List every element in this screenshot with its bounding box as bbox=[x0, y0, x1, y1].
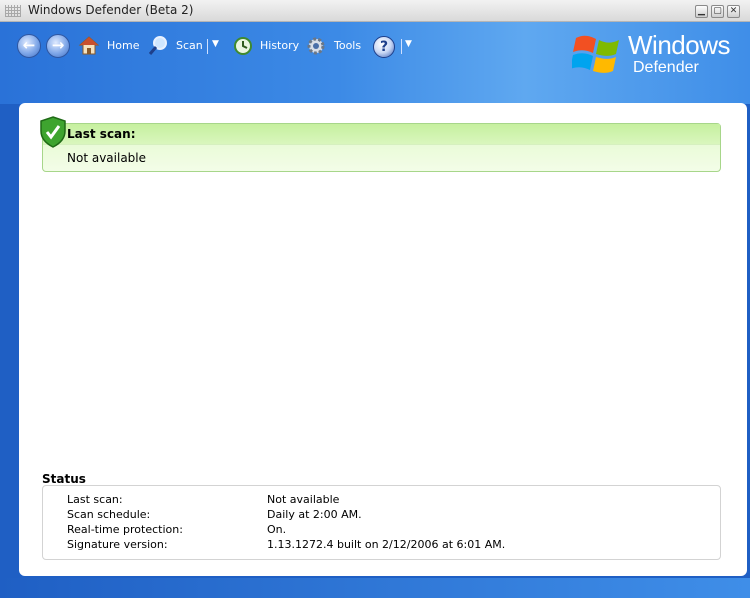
status-label-last-scan: Last scan: bbox=[67, 493, 123, 506]
back-arrow-icon: ← bbox=[22, 36, 36, 54]
forward-arrow-icon: → bbox=[51, 36, 65, 54]
minimize-button[interactable]: ▁ bbox=[695, 5, 708, 18]
tools-button[interactable]: Tools bbox=[334, 39, 361, 52]
status-label-realtime-protection: Real-time protection: bbox=[67, 523, 183, 536]
status-row: Real-time protection: On. bbox=[43, 523, 720, 538]
alert-title: Last scan: bbox=[67, 127, 136, 141]
alert-message: Not available bbox=[67, 151, 147, 165]
back-button[interactable]: ← bbox=[17, 34, 41, 58]
close-button[interactable]: ✕ bbox=[727, 5, 740, 18]
window-title: Windows Defender (Beta 2) bbox=[28, 3, 194, 17]
scan-button[interactable]: Scan bbox=[176, 39, 203, 52]
windows-flag-icon bbox=[572, 35, 619, 73]
history-icon[interactable] bbox=[232, 35, 254, 57]
status-box: Last scan: Not available Scan schedule: … bbox=[42, 485, 721, 560]
gear-icon[interactable] bbox=[305, 35, 327, 57]
help-separator bbox=[401, 39, 402, 54]
forward-button[interactable]: → bbox=[46, 34, 70, 58]
scan-magnifier-icon[interactable] bbox=[147, 35, 169, 57]
status-row: Signature version: 1.13.1272.4 built on … bbox=[43, 538, 720, 553]
home-button[interactable]: Home bbox=[107, 39, 139, 52]
logo-windows-text: Windows bbox=[628, 30, 730, 60]
history-button[interactable]: History bbox=[260, 39, 299, 52]
logo-defender-text: Defender bbox=[633, 59, 699, 76]
status-value-realtime-protection: On. bbox=[267, 523, 287, 536]
green-shield-check-icon bbox=[40, 116, 66, 148]
home-icon[interactable] bbox=[78, 35, 100, 57]
toolbar: ← → Home Scan ▼ History Tools ? ▼ Window… bbox=[0, 22, 750, 104]
window-bottom-edge bbox=[0, 578, 750, 598]
status-heading: Status bbox=[42, 472, 86, 486]
app-window: Windows Defender (Beta 2) ▁ ▢ ✕ ← → Home bbox=[0, 0, 750, 598]
title-bar[interactable]: Windows Defender (Beta 2) ▁ ▢ ✕ bbox=[0, 0, 750, 22]
last-scan-alert: Last scan: Not available bbox=[40, 116, 721, 172]
status-label-scan-schedule: Scan schedule: bbox=[67, 508, 151, 521]
status-row: Scan schedule: Daily at 2:00 AM. bbox=[43, 508, 720, 523]
main-content-panel: Last scan: Not available Status Last sca… bbox=[19, 103, 747, 576]
status-row: Last scan: Not available bbox=[43, 493, 720, 508]
scan-dropdown-caret-icon[interactable]: ▼ bbox=[212, 39, 219, 49]
system-menu-icon[interactable] bbox=[5, 5, 21, 17]
scan-separator bbox=[207, 39, 208, 54]
status-value-last-scan: Not available bbox=[267, 493, 340, 506]
maximize-button[interactable]: ▢ bbox=[711, 5, 724, 18]
help-icon[interactable]: ? bbox=[373, 36, 395, 58]
status-value-signature-version: 1.13.1272.4 built on 2/12/2006 at 6:01 A… bbox=[267, 538, 506, 551]
alert-header bbox=[43, 124, 720, 145]
help-dropdown-caret-icon[interactable]: ▼ bbox=[405, 39, 412, 49]
status-label-signature-version: Signature version: bbox=[67, 538, 168, 551]
status-value-scan-schedule: Daily at 2:00 AM. bbox=[267, 508, 362, 521]
